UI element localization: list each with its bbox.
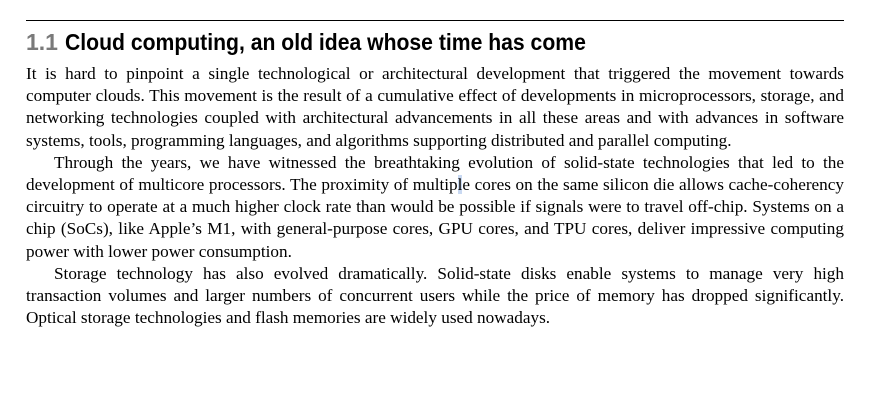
paragraph-2[interactable]: Through the years, we have witnessed the…	[26, 152, 844, 263]
section-heading: 1.1 Cloud computing, an old idea whose ti…	[26, 26, 631, 58]
top-rule	[26, 20, 844, 21]
paragraph-1[interactable]: It is hard to pinpoint a single technolo…	[26, 63, 844, 152]
section-body: It is hard to pinpoint a single technolo…	[26, 63, 844, 329]
paragraph-3[interactable]: Storage technology has also evolved dram…	[26, 263, 844, 330]
section-title: Cloud computing, an old idea whose time …	[64, 29, 586, 55]
section-number: 1.1	[26, 29, 58, 55]
